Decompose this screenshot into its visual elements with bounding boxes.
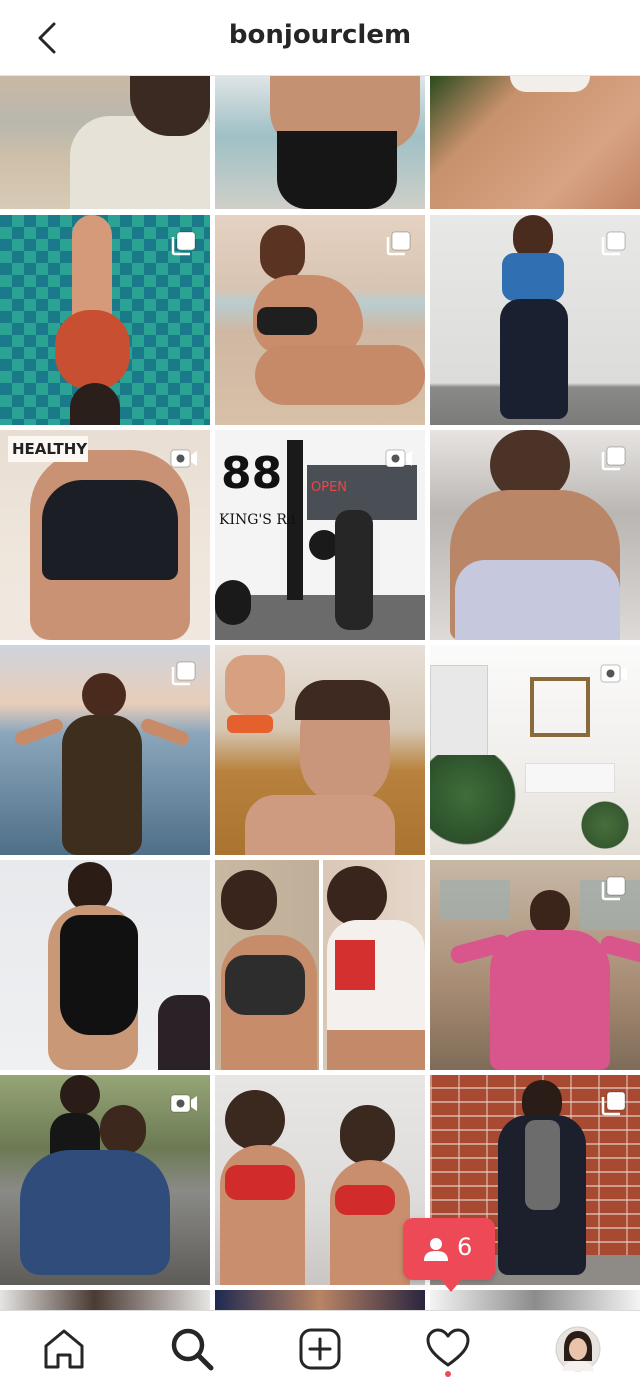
home-icon[interactable] — [40, 1325, 88, 1373]
grid-photo[interactable] — [430, 430, 640, 640]
grid-photo[interactable]: 88 KING'S Rd OPEN — [215, 430, 425, 640]
carousel-icon — [171, 661, 196, 686]
video-icon — [170, 1094, 197, 1113]
grid-photo[interactable] — [215, 1290, 425, 1310]
bottom-tab-bar — [0, 1310, 640, 1386]
grid-photo[interactable] — [0, 76, 210, 209]
video-icon — [600, 664, 627, 683]
grid-photo[interactable] — [0, 860, 210, 1070]
grid-photo[interactable] — [215, 76, 425, 209]
top-bar: bonjourclem — [0, 0, 640, 76]
grid-photo[interactable]: HEALTHY — [0, 430, 210, 640]
activity-dot — [445, 1371, 451, 1377]
grid-photo[interactable] — [215, 860, 425, 1070]
carousel-icon — [601, 446, 626, 471]
grid-photo[interactable] — [0, 645, 210, 855]
photo-grid: HEALTHY 88 KING'S Rd OPEN — [0, 76, 640, 1310]
page-title: bonjourclem — [228, 20, 412, 50]
carousel-icon — [601, 1091, 626, 1116]
heart-icon[interactable] — [424, 1325, 472, 1373]
person-icon — [424, 1238, 448, 1261]
grid-photo[interactable] — [430, 215, 640, 425]
notification-count: 6 — [457, 1233, 473, 1261]
grid-photo[interactable] — [0, 1290, 210, 1310]
carousel-icon — [601, 231, 626, 256]
grid-photo[interactable] — [0, 215, 210, 425]
video-icon — [385, 449, 412, 468]
add-icon[interactable] — [296, 1325, 344, 1373]
grid-photo[interactable] — [215, 1075, 425, 1285]
sign-text: HEALTHY — [12, 440, 88, 458]
video-icon — [170, 449, 197, 468]
grid-photo[interactable] — [0, 1075, 210, 1285]
sign-number: 88 — [221, 448, 283, 499]
grid-photo[interactable] — [430, 645, 640, 855]
carousel-icon — [171, 231, 196, 256]
grid-photo[interactable] — [430, 1290, 640, 1310]
carousel-icon — [601, 876, 626, 901]
profile-avatar[interactable] — [554, 1325, 602, 1373]
sign-street: KING'S Rd — [219, 512, 296, 528]
grid-photo[interactable] — [215, 645, 425, 855]
search-icon[interactable] — [168, 1325, 216, 1373]
grid-photo[interactable] — [215, 215, 425, 425]
open-sign: OPEN — [311, 480, 348, 495]
carousel-icon — [386, 231, 411, 256]
follower-notification-bubble[interactable]: 6 — [403, 1218, 495, 1292]
grid-photo[interactable] — [430, 76, 640, 209]
grid-photo[interactable] — [430, 860, 640, 1070]
